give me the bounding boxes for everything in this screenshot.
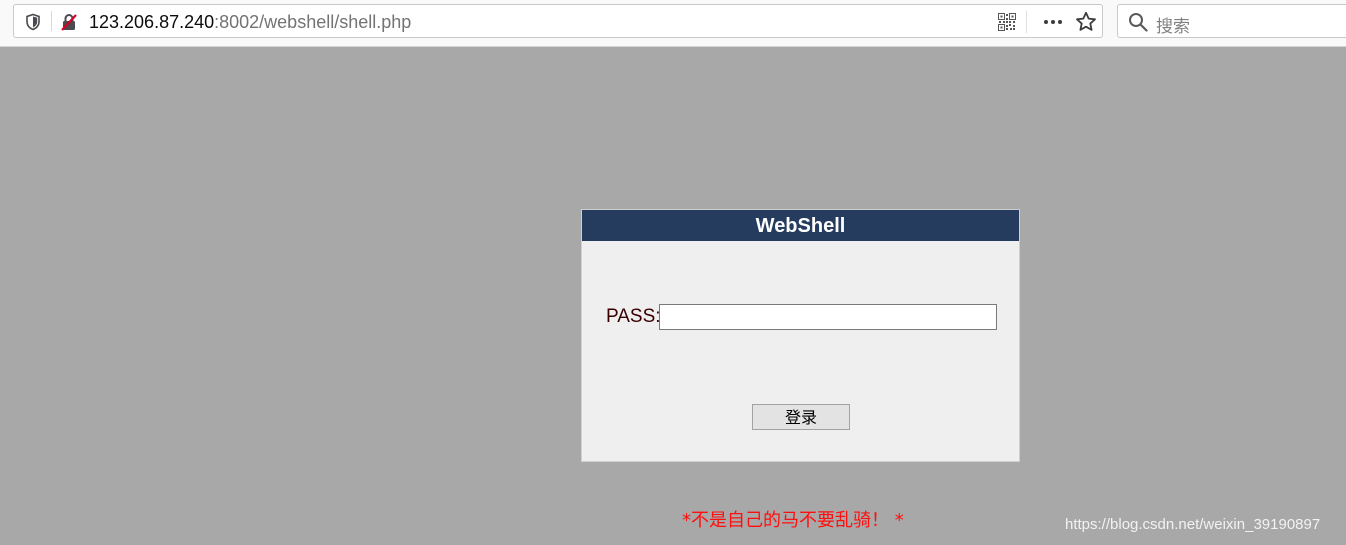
login-title: WebShell	[582, 210, 1019, 241]
search-icon	[1128, 12, 1148, 32]
qr-code-icon[interactable]	[998, 13, 1016, 31]
insecure-lock-icon[interactable]	[59, 12, 79, 32]
star-icon[interactable]	[1074, 10, 1098, 34]
url-text[interactable]: 123.206.87.240:8002/webshell/shell.php	[89, 11, 411, 33]
login-button[interactable]: 登录	[752, 404, 850, 430]
login-panel: WebShell PASS: 登录	[581, 209, 1020, 462]
url-path: :8002/webshell/shell.php	[214, 12, 412, 32]
watermark-text: https://blog.csdn.net/weixin_39190897	[1065, 516, 1321, 533]
warning-text: *不是自己的马不要乱骑！ *	[682, 510, 904, 531]
password-input[interactable]	[659, 304, 997, 330]
shield-icon[interactable]	[24, 13, 42, 31]
more-icon[interactable]	[1040, 9, 1066, 35]
url-host: 123.206.87.240	[89, 12, 215, 32]
pass-label: PASS:	[606, 306, 661, 327]
browser-toolbar: 123.206.87.240:8002/webshell/shell.php 搜…	[0, 0, 1346, 47]
address-bar[interactable]: 123.206.87.240:8002/webshell/shell.php	[13, 4, 1103, 38]
address-divider-right	[1026, 11, 1027, 33]
search-bar[interactable]: 搜索	[1117, 4, 1346, 38]
search-placeholder: 搜索	[1156, 17, 1190, 37]
address-divider	[51, 11, 52, 31]
